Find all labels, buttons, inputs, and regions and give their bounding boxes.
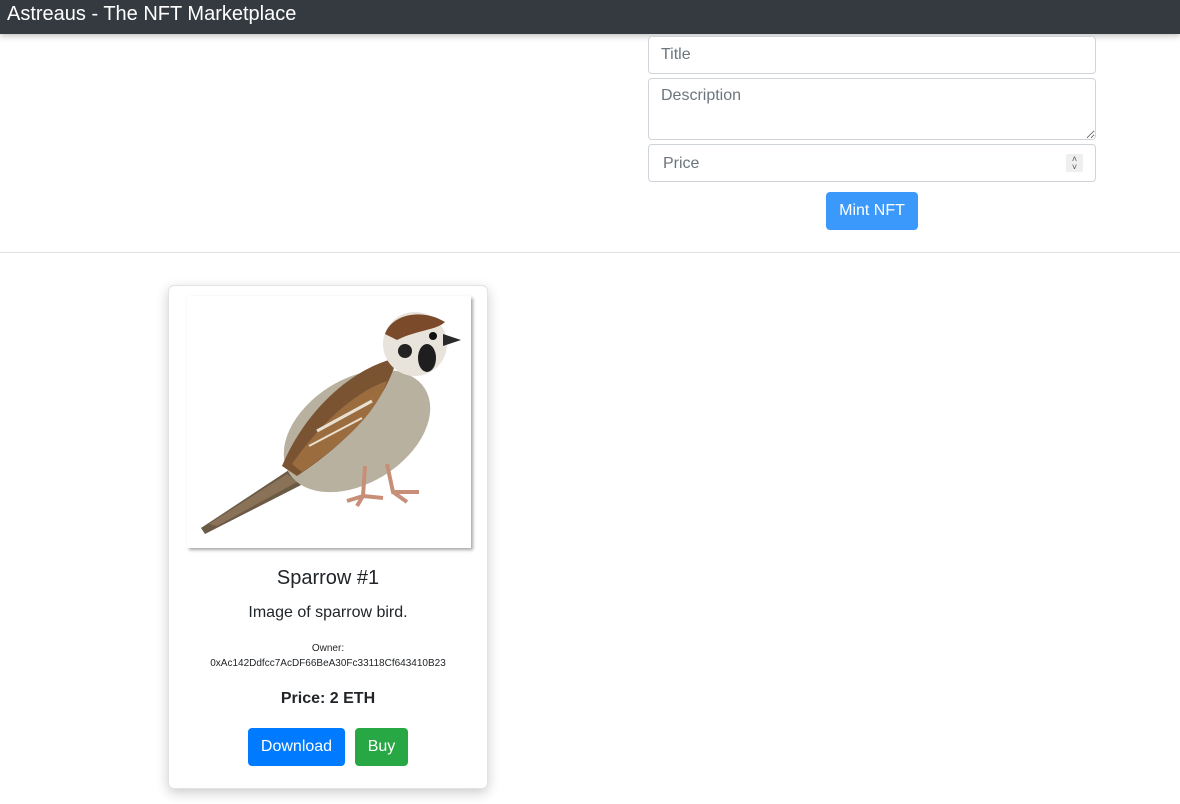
download-button[interactable]: Download — [248, 728, 345, 766]
sparrow-bird-image — [187, 296, 471, 548]
navbar: Astreaus - The NFT Marketplace — [0, 0, 1180, 34]
title-input[interactable] — [648, 36, 1096, 74]
nft-price: Price: 2 ETH — [280, 690, 376, 707]
price-spinner-icon[interactable]: ˄ ˅ — [1066, 154, 1083, 172]
nft-title: Sparrow #1 — [276, 567, 380, 589]
price-field: ˄˅ — [648, 144, 1096, 183]
nft-description: Image of sparrow bird. — [248, 604, 408, 621]
price-input[interactable] — [661, 145, 1065, 183]
section-divider — [0, 252, 1180, 253]
navbar-brand[interactable]: Astreaus - The NFT Marketplace — [7, 3, 296, 26]
owner-label: Owner: — [311, 643, 345, 654]
nft-card: Sparrow #1 Image of sparrow bird. Owner:… — [168, 285, 488, 789]
owner-address: 0xAc142Ddfcc7AcDF66BeA30Fc33118Cf643410B… — [210, 658, 446, 669]
mint-nft-button[interactable]: Mint NFT — [826, 192, 918, 230]
sparrow-icon — [201, 312, 461, 534]
buy-button[interactable]: Buy — [355, 728, 408, 766]
description-textarea[interactable] — [648, 78, 1096, 140]
